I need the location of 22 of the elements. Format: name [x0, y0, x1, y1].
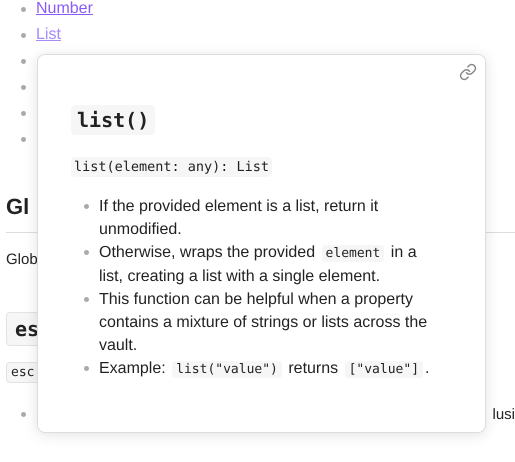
link-icon[interactable]: [459, 63, 477, 81]
list-item-text: Example: list("value") returns ["value"] .: [99, 359, 430, 380]
function-title: list(): [71, 105, 156, 135]
bullet-icon: [21, 6, 26, 12]
link[interactable]: Number: [36, 0, 93, 18]
bullet-icon: [84, 204, 89, 209]
bullet-icon: [21, 412, 26, 416]
list-item-text: Otherwise, wraps the provided element in a list, creating a list with a single element.: [99, 243, 418, 287]
bullet-icon: [21, 58, 26, 64]
list-item-text: If the provided element is a list, return it unmodified.: [99, 197, 380, 240]
bullet-icon: [84, 250, 89, 255]
bullet-icon: [21, 84, 26, 90]
section-heading: Gl: [6, 194, 30, 220]
bullet-icon: [21, 136, 26, 142]
bullet-icon: [84, 366, 89, 371]
paragraph: Glob: [6, 251, 38, 268]
bullet-icon: [21, 110, 26, 116]
bullet-icon: [21, 32, 26, 38]
list-text: lusi: [492, 406, 515, 422]
function-signature: list(element: any): List: [71, 157, 272, 177]
bullet-icon: [84, 297, 89, 302]
link[interactable]: List: [36, 26, 61, 44]
